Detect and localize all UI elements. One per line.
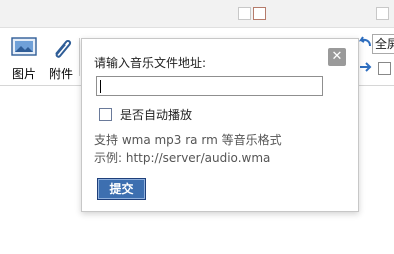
- close-icon: ✕: [331, 49, 343, 64]
- toolbar-separator: [79, 38, 80, 76]
- undo-icon[interactable]: [358, 36, 372, 48]
- top-checkbox-3[interactable]: [376, 7, 389, 20]
- insert-attachment-button[interactable]: 附件: [43, 36, 79, 81]
- redo-arrow-icon[interactable]: [359, 61, 373, 73]
- insert-image-button[interactable]: 图片: [6, 36, 42, 81]
- attachment-button-label: 附件: [48, 67, 73, 81]
- top-checkbox-2[interactable]: [253, 7, 266, 20]
- image-button-label: 图片: [11, 67, 36, 81]
- insert-music-dialog: ✕ 请输入音乐文件地址: 是否自动播放 支持 wma mp3 ra rm 等音乐…: [81, 38, 359, 212]
- paperclip-icon: [55, 39, 72, 58]
- music-url-input[interactable]: [96, 76, 323, 96]
- close-button[interactable]: ✕: [328, 48, 346, 66]
- submit-button[interactable]: 提交: [97, 178, 146, 200]
- music-url-prompt: 请输入音乐文件地址:: [94, 56, 207, 70]
- autoplay-checkbox[interactable]: [99, 108, 112, 121]
- image-icon: [11, 37, 37, 56]
- top-strip: [0, 0, 394, 28]
- example-url-text: 示例: http://server/audio.wma: [94, 151, 271, 165]
- fullscreen-button[interactable]: 全屏: [372, 34, 394, 54]
- top-checkbox-1[interactable]: [238, 7, 251, 20]
- toolbar-checkbox[interactable]: [378, 62, 391, 75]
- autoplay-label: 是否自动播放: [120, 108, 193, 122]
- fullscreen-label: 全屏: [375, 37, 394, 51]
- supported-formats-text: 支持 wma mp3 ra rm 等音乐格式: [94, 133, 282, 147]
- text-cursor: [100, 80, 101, 93]
